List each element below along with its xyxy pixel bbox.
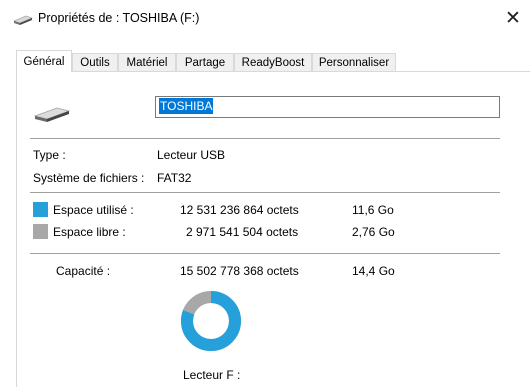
type-label: Type : (33, 148, 66, 162)
type-value: Lecteur USB (157, 148, 226, 162)
tab-outils[interactable]: Outils (72, 53, 118, 71)
used-space-bytes: 12 531 236 864 octets (180, 203, 299, 217)
window-title: Propriétés de : TOSHIBA (F:) (38, 11, 200, 25)
tab-readyboost[interactable]: ReadyBoost (234, 53, 312, 71)
filesystem-value: FAT32 (157, 171, 192, 185)
usb-drive-icon (13, 15, 33, 25)
separator (30, 192, 500, 193)
tab-bar: Général Outils Matériel Partage ReadyBoo… (16, 50, 526, 72)
close-button[interactable]: ✕ (500, 6, 526, 32)
free-space-bytes: 2 971 541 504 octets (186, 225, 299, 239)
separator (30, 138, 500, 139)
free-space-label: Espace libre : (53, 225, 126, 239)
title-bar: Propriétés de : TOSHIBA (F:) ✕ (0, 0, 530, 40)
volume-name-selection: TOSHIBA (159, 98, 214, 114)
tab-general[interactable]: Général (16, 50, 72, 72)
volume-name-input[interactable]: TOSHIBA (155, 96, 500, 118)
filesystem-label: Système de fichiers : (33, 171, 145, 185)
used-space-size: 11,6 Go (352, 203, 394, 217)
free-space-swatch (33, 224, 48, 239)
drive-letter-label: Lecteur F : (183, 368, 241, 382)
used-space-label: Espace utilisé : (53, 203, 134, 217)
free-space-size: 2,76 Go (352, 225, 395, 239)
capacity-label: Capacité : (56, 264, 111, 278)
used-space-swatch (33, 202, 48, 217)
capacity-bytes: 15 502 778 368 octets (180, 264, 299, 278)
tab-personnaliser[interactable]: Personnaliser (312, 53, 396, 71)
usb-drive-icon (34, 107, 70, 122)
capacity-size: 14,4 Go (352, 264, 395, 278)
separator (30, 253, 500, 254)
tab-partage[interactable]: Partage (176, 53, 234, 71)
drive-usage-donut (181, 291, 241, 351)
tab-materiel[interactable]: Matériel (118, 53, 176, 71)
